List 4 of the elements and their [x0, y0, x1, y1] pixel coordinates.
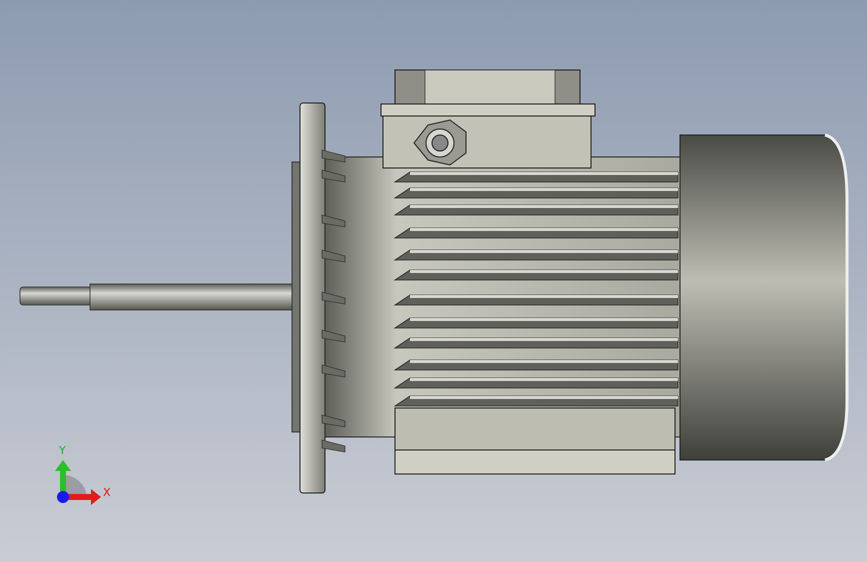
z-axis-dot-icon — [57, 491, 69, 503]
x-axis-label: X — [103, 486, 111, 499]
y-axis-label: Y — [59, 444, 66, 457]
x-axis-arrow-icon — [66, 489, 101, 505]
